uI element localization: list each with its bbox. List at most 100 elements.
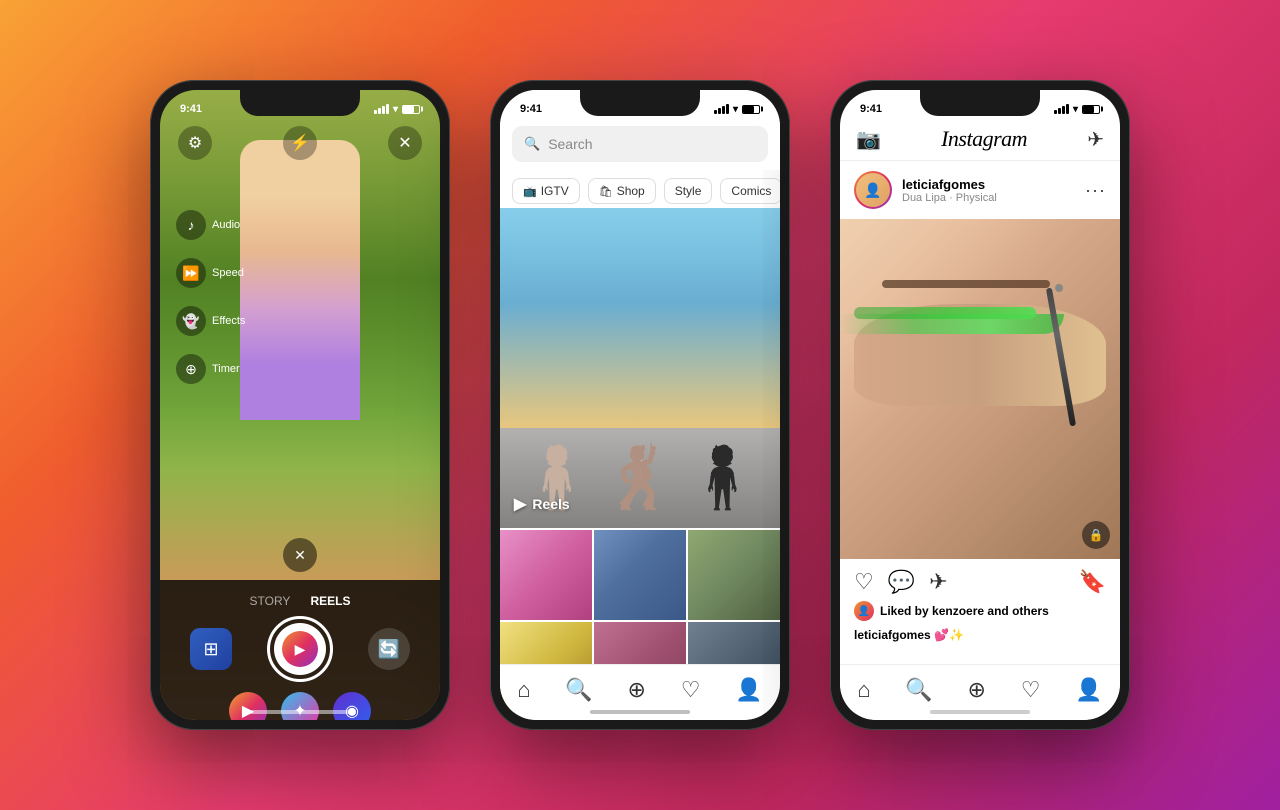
likes-avatar: 👤 (854, 601, 874, 621)
comment-button[interactable]: 💬 (888, 569, 915, 595)
speed-icon: ⏩ (176, 258, 206, 288)
home-indicator-2 (590, 710, 690, 714)
gallery-button[interactable]: ⊞ (190, 628, 232, 670)
post-more-button[interactable]: ··· (1085, 180, 1106, 201)
camera-bottom: STORY REELS ⊞ ▶ 🔄 ▶ ✦ ◉ (160, 580, 440, 720)
like-button[interactable]: ♡ (854, 569, 874, 595)
status-icons-2: ▾ (714, 104, 760, 115)
heart-nav-2[interactable]: ♡ (681, 677, 701, 703)
time-1: 9:41 (180, 103, 202, 115)
camera-header-icon[interactable]: 📷 (856, 127, 881, 152)
profile-nav-2[interactable]: 👤 (735, 677, 762, 703)
category-shop[interactable]: 🛍 Shop (588, 178, 656, 204)
effects-icon: 👻 (176, 306, 206, 336)
feed-screen: 📷 Instagram ✈ 👤 leticiafgomes Dua Lipa ·… (840, 90, 1120, 720)
search-nav-3[interactable]: 🔍 (905, 677, 932, 703)
dancers-group: 🧍 🕺 🧍 (500, 248, 780, 528)
cancel-icon: ✕ (294, 547, 306, 564)
share-button[interactable]: ✈ (929, 569, 947, 595)
search-icon: 🔍 (524, 136, 540, 152)
camera-controls-left: ♪ Audio ⏩ Speed 👻 Effects ⊕ Timer (176, 210, 245, 384)
grid-item-1[interactable] (500, 530, 592, 620)
battery-icon-2 (742, 105, 760, 114)
caption-username[interactable]: leticiafgomes (854, 628, 931, 642)
save-button[interactable]: 🔖 (1079, 569, 1106, 595)
explore-content: 🧍 🕺 🧍 ▶ Reels (500, 208, 780, 720)
header-icons: ✈ (1087, 127, 1104, 152)
home-indicator-1 (250, 710, 350, 714)
wifi-icon-3: ▾ (1073, 104, 1078, 115)
shutter-row: ⊞ ▶ 🔄 (160, 616, 440, 682)
status-icons-3: ▾ (1054, 104, 1100, 115)
phone-3: 9:41 ▾ 📷 Instagram ✈ (830, 80, 1130, 730)
wifi-icon-1: ▾ (393, 104, 398, 115)
flip-camera-button[interactable]: 🔄 (368, 628, 410, 670)
effects-control[interactable]: 👻 Effects (176, 306, 245, 336)
user-avatar[interactable]: 👤 (854, 171, 892, 209)
category-comics[interactable]: Comics (720, 178, 780, 204)
post-caption: leticiafgomes 💕✨ (840, 623, 1120, 652)
settings-icon: ⚙ (188, 133, 202, 153)
send-icon[interactable]: ✈ (1087, 127, 1104, 152)
igtv-label: IGTV (541, 184, 569, 198)
signal-icon-3 (1054, 104, 1069, 114)
reels-label: ▶ Reels (514, 494, 570, 514)
post-likes: 👤 Liked by kenzoere and others (840, 599, 1120, 623)
search-nav-2[interactable]: 🔍 (565, 677, 592, 703)
reels-text: Reels (532, 496, 569, 512)
speed-control[interactable]: ⏩ Speed (176, 258, 245, 288)
phone-2: 9:41 ▾ 🔍 Search � (490, 80, 790, 730)
audio-control[interactable]: ♪ Audio (176, 210, 245, 240)
reels-preview[interactable]: 🧍 🕺 🧍 ▶ Reels (500, 208, 780, 528)
battery-icon-3 (1082, 105, 1100, 114)
reels-mode[interactable]: REELS (310, 594, 350, 608)
effect-button-1[interactable]: ▶ (229, 692, 267, 720)
igtv-icon: 📺 (523, 185, 537, 198)
flash-button[interactable]: ⚡ (283, 126, 317, 160)
time-3: 9:41 (860, 103, 882, 115)
dancer-3: 🧍 (685, 448, 760, 508)
speed-label: Speed (212, 267, 244, 279)
post-username[interactable]: leticiafgomes (902, 177, 1075, 192)
heart-nav-3[interactable]: ♡ (1021, 677, 1041, 703)
home-nav-2[interactable]: ⌂ (517, 677, 530, 703)
category-tabs: 📺 IGTV 🛍 Shop Style Comics TV & Movie (500, 170, 780, 208)
effects-label: Effects (212, 315, 245, 327)
post-subtitle: Dua Lipa · Physical (902, 192, 1075, 204)
effect-button-2[interactable]: ✦ (281, 692, 319, 720)
notch-3 (920, 90, 1040, 116)
cancel-button[interactable]: ✕ (283, 538, 317, 572)
grid-item-3[interactable] (688, 530, 780, 620)
add-nav-2[interactable]: ⊕ (628, 677, 646, 703)
post-lock-icon: 🔒 (1082, 521, 1110, 549)
effects-row: ▶ ✦ ◉ (160, 682, 440, 720)
liker-name[interactable]: kenzoere (932, 604, 984, 618)
search-bar[interactable]: 🔍 Search (512, 126, 768, 162)
shutter-button[interactable]: ▶ (267, 616, 333, 682)
story-mode[interactable]: STORY (250, 594, 291, 608)
post-user-info: leticiafgomes Dua Lipa · Physical (902, 177, 1075, 204)
close-button[interactable]: ✕ (388, 126, 422, 160)
wifi-icon-2: ▾ (733, 104, 738, 115)
category-style[interactable]: Style (664, 178, 713, 204)
shop-icon: 🛍 (599, 185, 613, 198)
dancer-2: 🕺 (603, 448, 678, 508)
signal-icon-2 (714, 104, 729, 114)
grid-item-2[interactable] (594, 530, 686, 620)
add-nav-3[interactable]: ⊕ (968, 677, 986, 703)
category-igtv[interactable]: 📺 IGTV (512, 178, 580, 204)
signal-icon-1 (374, 104, 389, 114)
profile-nav-3[interactable]: 👤 (1075, 677, 1102, 703)
battery-icon-1 (402, 105, 420, 114)
reels-icon: ▶ (514, 494, 526, 514)
audio-label: Audio (212, 219, 240, 231)
audio-icon: ♪ (176, 210, 206, 240)
home-nav-3[interactable]: ⌂ (857, 677, 870, 703)
caption-text: 💕✨ (934, 628, 964, 642)
shop-label: Shop (617, 184, 645, 198)
settings-button[interactable]: ⚙ (178, 126, 212, 160)
timer-icon: ⊕ (176, 354, 206, 384)
effect-button-3[interactable]: ◉ (333, 692, 371, 720)
timer-control[interactable]: ⊕ Timer (176, 354, 245, 384)
post-actions: ♡ 💬 ✈ 🔖 (840, 559, 1120, 599)
